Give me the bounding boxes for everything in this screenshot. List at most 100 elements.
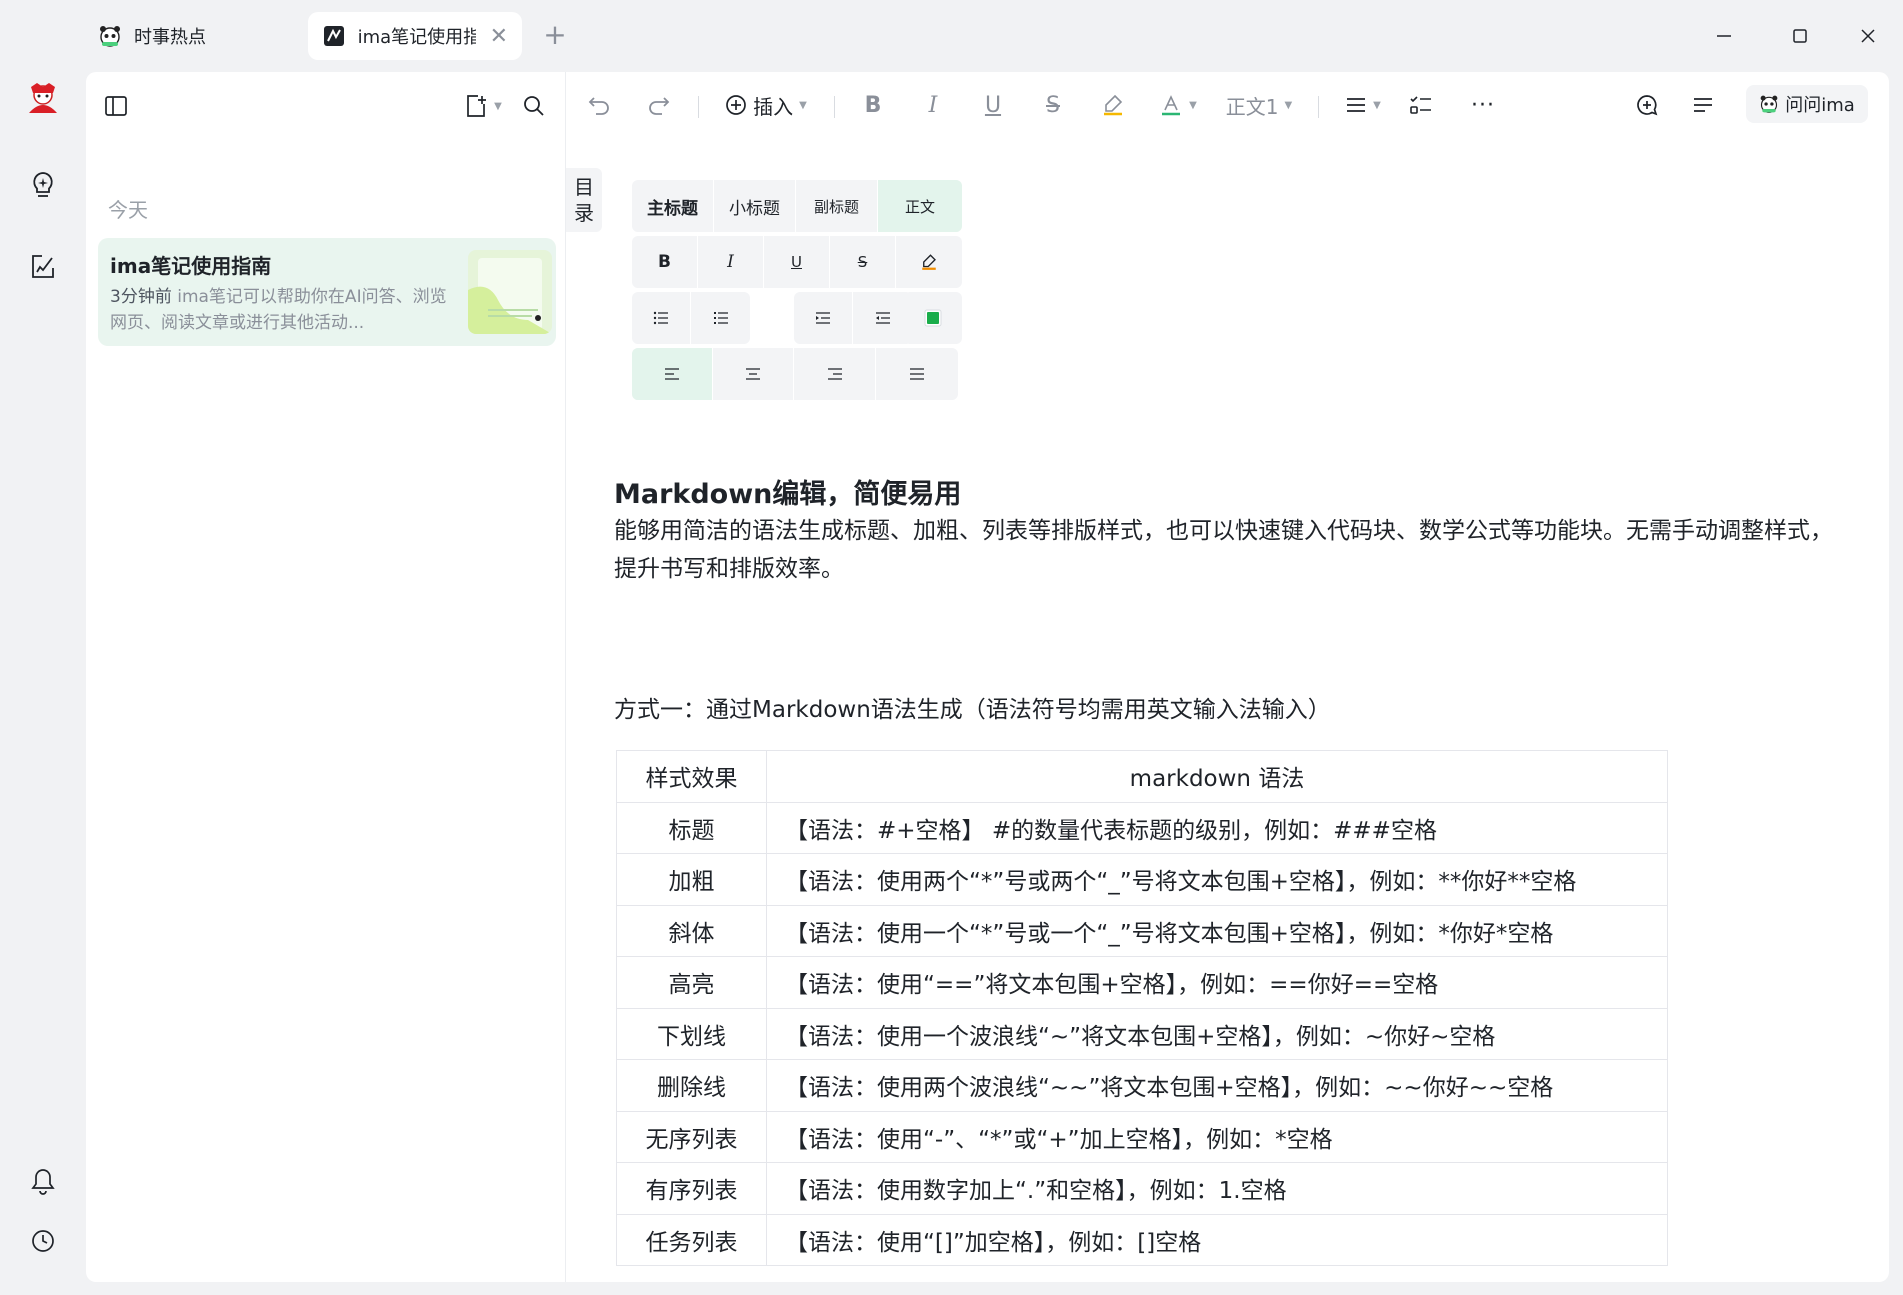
note-title: ima笔记使用指南 (110, 254, 272, 278)
new-note-button[interactable]: ▼ (456, 86, 510, 126)
note-app-icon (322, 24, 346, 48)
numbered-list-icon[interactable] (691, 292, 750, 344)
color-row (904, 292, 962, 344)
sidebar-toggle-icon[interactable] (96, 86, 136, 126)
outline-icon[interactable] (1684, 86, 1722, 124)
new-tab-button[interactable]: + (540, 20, 570, 50)
bold-icon[interactable]: B (854, 86, 892, 124)
table-row: 下划线 【语法：使用一个波浪线“~”将文本包围+空格】，例如：~你好~空格 (616, 1007, 1668, 1060)
heading-option-main[interactable]: 主标题 (632, 180, 714, 232)
main-panel: ▼ 今天 ima笔记使用指南 3分钟前 ima笔记可以帮助你在AI问答、浏览网页… (86, 72, 1889, 1282)
color-swatch-icon[interactable] (904, 292, 962, 344)
minimize-button[interactable] (1704, 18, 1744, 54)
ask-ima-label: 问问ima (1785, 95, 1855, 116)
close-tab-icon[interactable]: ✕ (490, 24, 508, 49)
text-style-row: B I U S (632, 236, 962, 288)
table-cell: 无序列表 (616, 1110, 767, 1163)
heading-style-row: 主标题 小标题 副标题 正文 (632, 180, 962, 232)
table-cell: 【语法：使用两个波浪线“~~”将文本包围+空格】，例如：~~你好~~空格 (766, 1059, 1668, 1112)
note-list-item[interactable]: ima笔记使用指南 3分钟前 ima笔记可以帮助你在AI问答、浏览网页、阅读文章… (98, 238, 556, 346)
chevron-down-icon: ▼ (1284, 99, 1293, 111)
chevron-down-icon: ▼ (1189, 99, 1197, 111)
toolbar-divider (698, 96, 699, 118)
tab-label: ima笔记使用指南 (357, 27, 476, 48)
table-cell: 【语法：使用数字加上“.”和空格】，例如：1.空格 (766, 1162, 1668, 1215)
heading-option-sub[interactable]: 小标题 (714, 180, 796, 232)
section-heading: Markdown编辑，简便易用 (614, 479, 962, 510)
table-cell: 【语法：使用一个“*”号或一个“_”号将文本包围+空格】，例如：*你好*空格 (766, 904, 1668, 957)
highlighter-icon[interactable] (1094, 86, 1132, 124)
table-cell: 【语法：使用一个波浪线“~”将文本包围+空格】，例如：~你好~空格 (766, 1007, 1668, 1060)
ai-chat-icon[interactable] (1628, 86, 1666, 124)
align-left-icon[interactable] (632, 348, 713, 400)
underline-icon[interactable]: U (764, 236, 830, 288)
title-bar: 时事热点 ima笔记使用指南 ✕ + (0, 0, 1903, 72)
italic-icon[interactable]: I (914, 86, 952, 124)
redo-icon[interactable] (640, 86, 678, 124)
user-avatar[interactable] (22, 76, 64, 118)
table-header-cell: 样式效果 (616, 750, 767, 803)
strikethrough-icon[interactable]: S (830, 236, 896, 288)
insert-button[interactable]: 插入 ▼ (718, 86, 814, 124)
font-color-icon[interactable]: ▼ (1154, 86, 1202, 124)
italic-icon[interactable]: I (698, 236, 764, 288)
table-row: 高亮 【语法：使用“==”将文本包围+空格】，例如：==你好==空格 (616, 956, 1668, 1009)
heading-option-minor[interactable]: 副标题 (796, 180, 878, 232)
maximize-button[interactable] (1780, 18, 1820, 54)
underline-icon[interactable]: U (974, 86, 1012, 124)
table-cell: 【语法：使用“[]”加空格】，例如：[]空格 (766, 1213, 1668, 1266)
align-justify-icon[interactable] (876, 348, 958, 400)
chevron-down-icon: ▼ (494, 100, 502, 112)
table-cell: 【语法：使用“-”、“*”或“+”加上空格】，例如：*空格 (766, 1110, 1668, 1163)
more-options-icon[interactable]: ··· (1464, 86, 1502, 124)
editor-toolbar: 插入 ▼ B I U S ▼ 正文1 ▼ ▼ ··· 问问ima (566, 72, 1889, 136)
indent-row (794, 292, 912, 344)
note-time: 3分钟前 (110, 287, 172, 307)
lightbulb-icon[interactable] (22, 164, 64, 206)
heading-option-body[interactable]: 正文 (878, 180, 962, 232)
app-rail (0, 72, 86, 1295)
bell-icon[interactable] (22, 1160, 64, 1202)
search-icon[interactable] (514, 86, 554, 126)
table-row: 无序列表 【语法：使用“-”、“*”或“+”加上空格】，例如：*空格 (616, 1110, 1668, 1163)
table-cell: 【语法：使用“==”将文本包围+空格】，例如：==你好==空格 (766, 956, 1668, 1009)
task-list-icon[interactable] (1402, 86, 1440, 124)
paragraph-style-select[interactable]: 正文1 ▼ (1218, 86, 1300, 124)
table-cell: 【语法：使用两个“*”号或两个“_”号将文本包围+空格】，例如：**你好**空格 (766, 853, 1668, 906)
note-preview: 3分钟前 ima笔记可以帮助你在AI问答、浏览网页、阅读文章或进行其他活动... (110, 284, 450, 336)
ask-ima-button[interactable]: 问问ima (1746, 85, 1868, 123)
align-right-icon[interactable] (794, 348, 876, 400)
close-window-button[interactable] (1848, 18, 1888, 54)
plus-circle-icon (726, 95, 746, 115)
align-center-icon[interactable] (713, 348, 794, 400)
align-row (632, 348, 958, 400)
tab-ima-guide[interactable]: ima笔记使用指南 ✕ (308, 12, 522, 60)
table-row: 加粗 【语法：使用两个“*”号或两个“_”号将文本包围+空格】，例如：**你好**… (616, 853, 1668, 906)
tab-label: 时事热点 (134, 27, 206, 48)
table-of-contents-toggle[interactable]: 目录 (566, 168, 602, 232)
list-style-row (632, 292, 750, 344)
table-cell: 下划线 (616, 1007, 767, 1060)
indent-increase-icon[interactable] (794, 292, 853, 344)
undo-icon[interactable] (580, 86, 618, 124)
list-menu-icon[interactable]: ▼ (1338, 86, 1388, 124)
paragraph-style-value: 正文1 (1225, 94, 1279, 119)
table-cell: 高亮 (616, 956, 767, 1009)
tab-hot-topics[interactable]: 时事热点 (84, 12, 294, 60)
bullet-list-icon[interactable] (632, 292, 691, 344)
insert-label: 插入 (753, 94, 794, 119)
chevron-down-icon: ▼ (1373, 99, 1381, 111)
table-row: 删除线 【语法：使用两个波浪线“~~”将文本包围+空格】，例如：~~你好~~空格 (616, 1059, 1668, 1112)
history-clock-icon[interactable] (22, 1220, 64, 1262)
bold-icon[interactable]: B (632, 236, 698, 288)
highlighter-icon[interactable] (896, 236, 962, 288)
table-row: 任务列表 【语法：使用“[]”加空格】，例如：[]空格 (616, 1213, 1668, 1266)
table-cell: 加粗 (616, 853, 767, 906)
notes-edit-icon[interactable] (22, 246, 64, 288)
toolbar-divider (1318, 96, 1319, 118)
table-cell: 【语法：#+空格】 #的数量代表标题的级别，例如：###空格 (766, 801, 1668, 854)
strikethrough-icon[interactable]: S (1034, 86, 1072, 124)
table-cell: 标题 (616, 801, 767, 854)
table-cell: 斜体 (616, 904, 767, 957)
table-row: 有序列表 【语法：使用数字加上“.”和空格】，例如：1.空格 (616, 1162, 1668, 1215)
